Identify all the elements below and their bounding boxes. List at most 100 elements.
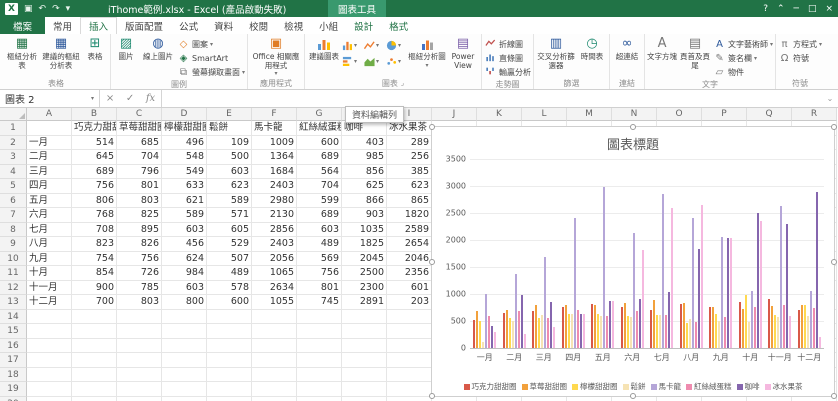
apps-for-office-button[interactable]: ▣ Office 相關應用程式 ▾ <box>250 35 302 78</box>
cell[interactable]: 756 <box>117 251 162 266</box>
bar[interactable] <box>606 315 609 348</box>
cell[interactable]: 685 <box>117 135 162 150</box>
cell[interactable] <box>252 396 297 401</box>
row-header[interactable]: 3 <box>0 150 27 165</box>
cell[interactable]: 九月 <box>27 251 72 266</box>
cell[interactable]: 623 <box>207 179 252 194</box>
formula-bar-expand-icon[interactable]: ⌄ <box>822 90 838 107</box>
cell[interactable]: 2980 <box>252 193 297 208</box>
cell[interactable]: 756 <box>72 179 117 194</box>
cell[interactable]: 569 <box>297 251 342 266</box>
row-header[interactable]: 12 <box>0 280 27 295</box>
cell[interactable] <box>207 338 252 353</box>
chart-resize-handle[interactable] <box>429 393 435 399</box>
cell[interactable]: 768 <box>72 208 117 223</box>
cell[interactable]: 2856 <box>252 222 297 237</box>
cell[interactable]: 2500 <box>342 266 387 281</box>
cell[interactable]: 2589 <box>387 222 432 237</box>
cell[interactable]: 806 <box>72 193 117 208</box>
cell[interactable]: 2046 <box>387 251 432 266</box>
cell[interactable]: 754 <box>72 251 117 266</box>
cell[interactable] <box>387 367 432 382</box>
bar[interactable] <box>744 294 747 348</box>
cell[interactable]: 603 <box>297 222 342 237</box>
cell[interactable]: 564 <box>297 164 342 179</box>
cell[interactable] <box>342 324 387 339</box>
chart[interactable]: 圖表標題 0 500 1000 1500 2000 2500 3000 3500 一月 二月 三月… <box>429 124 837 399</box>
cell[interactable]: 856 <box>342 164 387 179</box>
cell[interactable] <box>297 396 342 401</box>
cell[interactable] <box>387 382 432 397</box>
cell[interactable] <box>117 338 162 353</box>
bar[interactable] <box>623 303 626 348</box>
cell[interactable]: 四月 <box>27 179 72 194</box>
shapes-button[interactable]: ◇ 圖案 ▾ <box>177 37 245 51</box>
bar[interactable] <box>789 315 792 348</box>
cell[interactable] <box>117 309 162 324</box>
cell[interactable]: 854 <box>72 266 117 281</box>
cell[interactable]: 589 <box>207 193 252 208</box>
header-footer-button[interactable]: ▤ 頁首及頁尾 <box>678 35 712 79</box>
cell[interactable]: 601 <box>387 280 432 295</box>
bar[interactable] <box>520 294 523 348</box>
row-header[interactable]: 18 <box>0 367 27 382</box>
cell[interactable]: 500 <box>207 150 252 165</box>
save-icon[interactable]: ▣ <box>24 4 33 14</box>
bar[interactable] <box>632 232 635 348</box>
column-header[interactable]: K <box>477 108 522 121</box>
bar[interactable] <box>517 310 520 348</box>
insert-bar-chart-button[interactable]: ▾ <box>342 54 363 69</box>
row-header[interactable]: 8 <box>0 222 27 237</box>
tab-page-layout[interactable]: 版面配置 <box>117 17 171 34</box>
bar[interactable] <box>738 301 741 348</box>
bar[interactable] <box>609 301 612 348</box>
bar[interactable] <box>564 304 567 348</box>
cell[interactable]: 623 <box>387 179 432 194</box>
help-icon[interactable]: ? <box>763 4 768 14</box>
cell[interactable] <box>162 382 207 397</box>
chart-resize-handle[interactable] <box>831 124 837 130</box>
cell[interactable] <box>207 324 252 339</box>
bar[interactable] <box>797 310 800 348</box>
cell[interactable]: 2891 <box>342 295 387 310</box>
cell[interactable]: 704 <box>297 179 342 194</box>
cell[interactable]: 七月 <box>27 222 72 237</box>
cell[interactable] <box>432 396 477 401</box>
cell[interactable]: 801 <box>117 179 162 194</box>
symbol-button[interactable]: Ω 符號 <box>778 51 822 65</box>
bar[interactable] <box>638 299 641 348</box>
ribbon-options-icon[interactable]: ⌃ <box>777 4 785 14</box>
row-header[interactable]: 13 <box>0 295 27 310</box>
column-header[interactable]: B <box>72 108 117 121</box>
cell[interactable]: 625 <box>342 179 387 194</box>
cell[interactable] <box>252 338 297 353</box>
cell[interactable]: 903 <box>342 208 387 223</box>
tab-review[interactable]: 校閱 <box>241 17 276 34</box>
bar[interactable] <box>485 293 488 348</box>
maximize-icon[interactable]: □ <box>808 4 817 14</box>
chart-resize-handle[interactable] <box>831 393 837 399</box>
cell[interactable]: 865 <box>387 193 432 208</box>
bar[interactable] <box>659 315 662 348</box>
bar[interactable] <box>576 309 579 348</box>
chart-resize-handle[interactable] <box>630 124 636 130</box>
bar[interactable] <box>505 309 508 348</box>
cell[interactable] <box>657 396 702 401</box>
chart-legend[interactable]: 巧克力甜甜圈 草莓甜甜圈 檸檬甜甜圈 鬆餅 馬卡龍 紅絲絨蛋糕 咖啡 冰水果茶 <box>434 380 832 393</box>
y-axis-label[interactable]: 3000 <box>446 182 470 191</box>
cell[interactable] <box>342 382 387 397</box>
wordart-button[interactable]: A 文字藝術師 ▾ <box>713 37 773 51</box>
bar[interactable] <box>800 304 803 348</box>
bar[interactable] <box>535 305 538 348</box>
bar[interactable] <box>594 304 597 348</box>
cell[interactable] <box>27 338 72 353</box>
cell[interactable]: 鬆餅 <box>207 121 252 136</box>
cell[interactable]: 507 <box>207 251 252 266</box>
cell[interactable] <box>27 309 72 324</box>
cell[interactable]: 603 <box>162 222 207 237</box>
bar[interactable] <box>491 326 494 348</box>
cell[interactable]: 726 <box>117 266 162 281</box>
cell[interactable] <box>72 382 117 397</box>
bar[interactable] <box>668 292 671 348</box>
cell[interactable] <box>72 353 117 368</box>
